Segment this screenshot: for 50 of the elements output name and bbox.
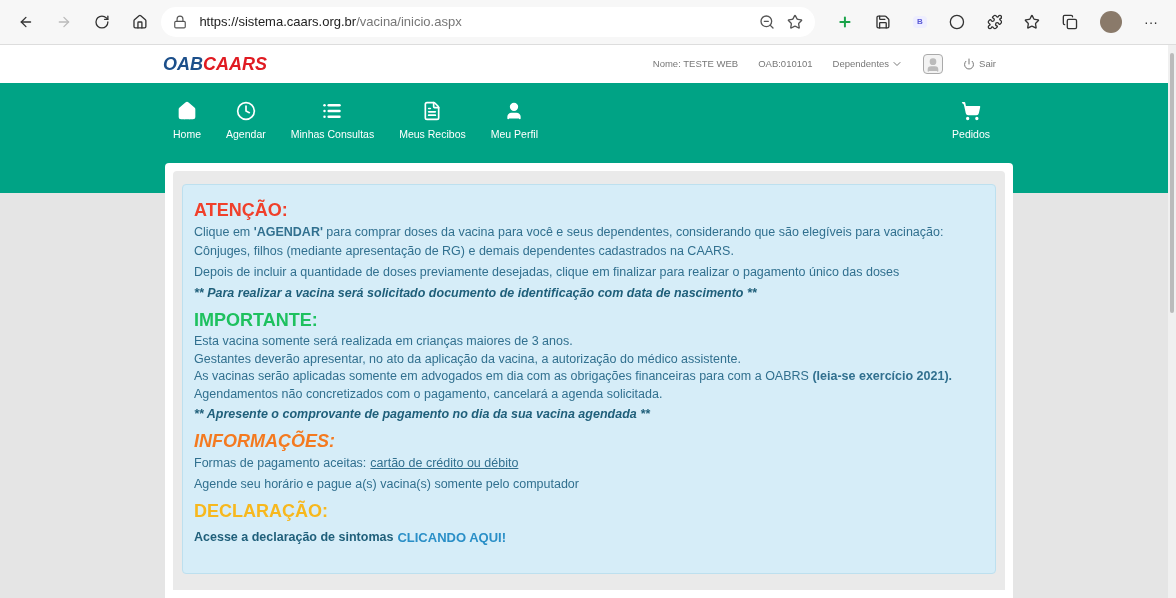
nav-item[interactable]: Home bbox=[173, 101, 201, 143]
power-icon bbox=[963, 58, 976, 70]
paragraph: Depois de incluir a quantidade de doses previamente desejadas, clique em finalizar para realizar o pagamento único das doses bbox=[194, 264, 901, 281]
extension-icon[interactable] bbox=[948, 14, 965, 30]
address-bar[interactable]: https://sistema.caars.org.br/vacina/inicio.aspx bbox=[161, 7, 816, 37]
url-text: https://sistema.caars.org.br/vacina/inicio.aspx bbox=[199, 13, 463, 32]
section-heading: IMPORTANTE: bbox=[194, 309, 319, 332]
paragraph: Esta vacina somente será realizada em crianças maiores de 3 anos. bbox=[194, 333, 574, 350]
dependents-dropdown[interactable]: Dependentes bbox=[832, 56, 904, 72]
cart-nav-item[interactable]: Pedidos bbox=[952, 101, 990, 143]
paragraph: Clique em 'AGENDAR' para comprar doses da vacina para você e seus dependentes, considerando que são elegíveis para vacinação: Cônjuges, filhos (mediante apresentação de RG) e demais dependentes cadastrados na CAARS. bbox=[194, 224, 945, 260]
reload-icon[interactable] bbox=[93, 14, 110, 30]
favorite-icon[interactable] bbox=[787, 14, 804, 30]
extension-icon[interactable] bbox=[875, 14, 891, 30]
cart-icon bbox=[961, 101, 981, 121]
nav-item[interactable]: Minhas Consultas bbox=[290, 101, 375, 143]
nav-item[interactable]: Agendar bbox=[226, 101, 266, 143]
paragraph: Gestantes deverão apresentar, no ato da aplicação da vacina, a autorização do médico assistente. bbox=[194, 350, 742, 368]
note-text: ** Para realizar a vacina será solicitado documento de identificação com data de nascimento ** bbox=[194, 285, 758, 302]
paragraph: Agendamentos não concretizados com o pagamento, cancelará a agenda solicitada. bbox=[194, 385, 664, 403]
payment-link[interactable]: cartão de crédito ou débito bbox=[370, 454, 519, 473]
section-heading: INFORMAÇÕES: bbox=[194, 429, 336, 453]
paragraph: Agende seu horário e pague a(s) vacina(s) somente pelo computador bbox=[194, 476, 580, 493]
list-icon bbox=[322, 101, 343, 121]
note-text: ** Apresente o comprovante de pagamento no dia da sua vacina agendada ** bbox=[194, 406, 651, 423]
profile-avatar[interactable] bbox=[1100, 11, 1122, 33]
lock-icon bbox=[173, 15, 188, 29]
click-here-link[interactable]: CLICANDO AQUI! bbox=[397, 528, 506, 547]
user-name: Nome: TESTE WEB bbox=[652, 56, 739, 71]
home-icon bbox=[177, 101, 197, 121]
collections-icon[interactable] bbox=[1062, 14, 1079, 30]
clock-icon bbox=[235, 101, 256, 121]
home-icon[interactable] bbox=[131, 14, 148, 30]
zoom-out-icon[interactable] bbox=[759, 14, 776, 30]
declaration-text: Acesse a declaração de sintomas bbox=[194, 529, 394, 546]
back-icon[interactable] bbox=[18, 14, 34, 30]
nav-item[interactable]: Meu Perfil bbox=[490, 101, 538, 143]
favorites-icon[interactable] bbox=[1024, 14, 1041, 30]
logout-link[interactable]: Sair bbox=[963, 56, 996, 72]
section-heading: DECLARAÇÃO: bbox=[194, 499, 329, 523]
oab-number: OAB:010101 bbox=[758, 56, 813, 71]
section-heading: ATENÇÃO: bbox=[194, 198, 289, 222]
extensions-icon[interactable] bbox=[986, 14, 1003, 30]
payment-label: Formas de pagamento aceitas: bbox=[194, 455, 367, 472]
logo: OABCAARS bbox=[163, 55, 267, 73]
menu-button[interactable]: ··· bbox=[1143, 11, 1158, 33]
nav-item[interactable]: Meus Recibos bbox=[399, 101, 466, 143]
extension-letter[interactable]: B bbox=[913, 16, 927, 28]
paragraph: As vacinas serão aplicadas somente em advogados em dia com as obrigações financeiras para com a OABRS (leia-se exercício 2021). bbox=[194, 368, 954, 385]
document-icon bbox=[422, 101, 443, 121]
